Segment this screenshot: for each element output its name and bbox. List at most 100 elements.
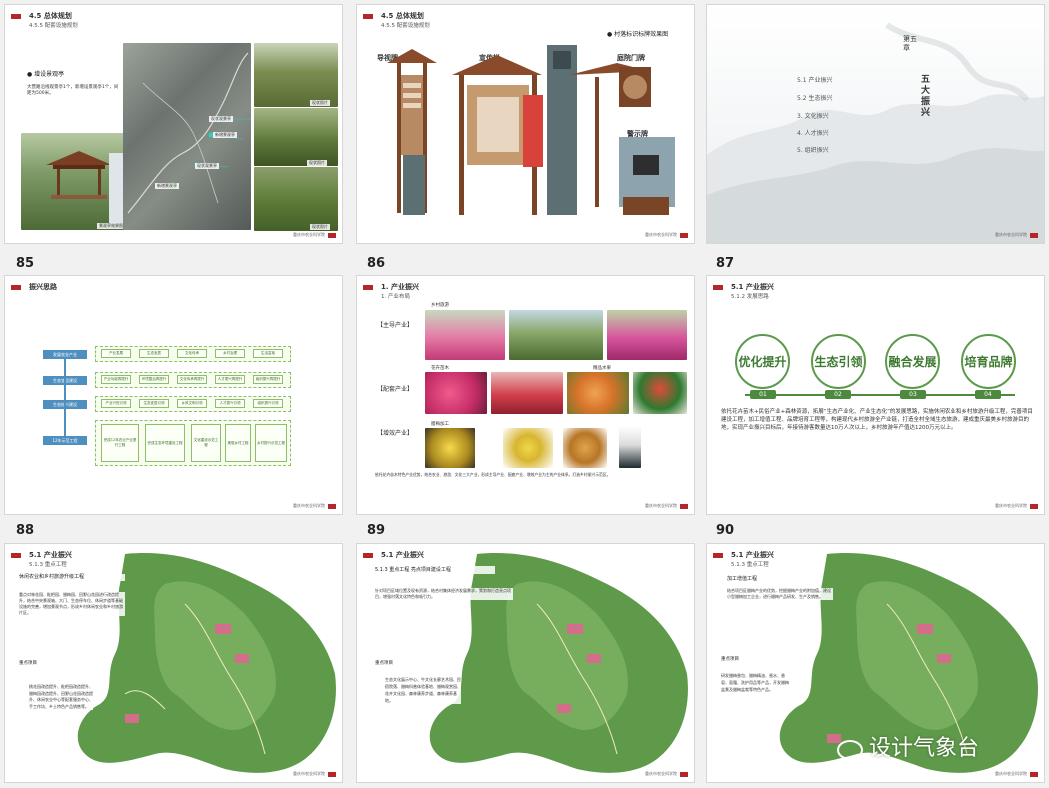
slide-title: 4.5 总体规划 (29, 12, 72, 20)
slide-92[interactable]: 5.1 产业振兴 5.1.3 重点工程 亮点项目建设工程 针对项目区域位置及现有… (356, 543, 695, 783)
slide-number-86: 86 (367, 256, 386, 271)
slide-86[interactable]: 4.5 总体规划 4.5.5 配套设施规划 ● 村落标识标牌效果图 导视牌 宣传… (356, 4, 695, 244)
slide-number-87: 87 (716, 256, 735, 271)
photo-label: 精品水果 (593, 366, 611, 371)
footer: 重庆市农业科学院 (995, 232, 1038, 238)
slide-title: 5.1 产业振兴 (731, 283, 774, 291)
category-support: 【配套产业】 (377, 386, 414, 393)
toc-item-3[interactable]: 3. 文化振兴 (797, 111, 829, 120)
footer-logo-icon (680, 771, 688, 777)
footer-text: 重庆市农业科学院 (293, 771, 325, 776)
category-value-add: 【增效产业】 (377, 430, 414, 437)
key-projects-label: 重点项目 (19, 660, 37, 666)
site-photo-2 (254, 108, 338, 166)
red-flower-photo (491, 372, 563, 414)
footer-text: 重庆市农业科学院 (293, 232, 325, 237)
bullet-text: 增设景观亭 (34, 71, 65, 78)
flow-connector (64, 359, 66, 436)
flow-stage-4: 12年示范工程 (43, 436, 87, 445)
azalea-photo (425, 372, 487, 414)
flow-item: 文化传承 (177, 349, 207, 358)
footer: 重庆市农业科学院 (293, 232, 336, 238)
flow-item: 生态宜居引领 (139, 399, 169, 408)
photo-label: 腊梅加工 (431, 422, 449, 427)
flow-item: 乡村振兴示范工程 (255, 424, 287, 462)
slide-88[interactable]: 振兴思路 发展农业产业 生态宜居建设 生态振兴建设 12年示范工程 产业发展 生… (4, 275, 343, 515)
site-photo-3 (254, 167, 338, 231)
goal-number-2: 02 (825, 390, 851, 399)
site-photo-2-caption: 现状照片 (307, 160, 327, 166)
flow-item: 美丽乡村工程 (225, 424, 251, 462)
footer: 重庆市农业科学院 (995, 503, 1038, 509)
key-projects-label: 重点项目 (721, 656, 739, 662)
footer-logo-icon (680, 232, 688, 238)
footer-text: 重庆市农业科学院 (645, 771, 677, 776)
footer: 重庆市农业科学院 (293, 771, 336, 777)
body-text: 依托花卉苗木特色产业优势，结合农业、旅游、文化三大产业，形成主导产业、配套产业、… (375, 472, 611, 477)
slide-89[interactable]: 1. 产业振兴 1. 产业布局 【主导产业】 【配套产业】 【增效产业】 乡村旅… (356, 275, 695, 515)
key-projects-text: 桃花园改造提升、枇杷园改造提升、腊梅园改造提升、田野山花园改造提升、休闲农业中心… (29, 684, 93, 710)
watermark-text: 设计气象台 (869, 736, 980, 761)
wechat-icon (837, 740, 863, 760)
dried-flower-photo (563, 428, 607, 468)
key-projects-text: 生态文化展示中心、牛文化长廊艺术园、民宿院落、腊梅科普体验基地、腊梅观赏园、花卉… (385, 676, 461, 704)
slide-90[interactable]: 5.1 产业振兴 5.1.2 发展思路 优化提升 生态引领 融合发展 培育品牌 … (706, 275, 1045, 515)
footer-logo-icon (328, 232, 336, 238)
slide-title: 1. 产业振兴 (381, 283, 419, 291)
key-projects-text: 研发腊梅香包、腊梅精油、香水、香皂、面霜、洗护用品等产品，开发腊梅盆景及腊梅盆栽… (721, 672, 791, 693)
slide-93[interactable]: 5.1 产业振兴 5.1.3 重点工程 加工增值工程 结合项目区腊梅产业的优势，… (706, 543, 1045, 783)
chapter-number: 第五章 (903, 35, 917, 52)
wintersweet-photo-1 (425, 428, 475, 468)
map-label-4: 新增景观亭 (155, 183, 179, 189)
chapter-title: 五大振兴 (921, 75, 931, 118)
footer-logo-icon (328, 503, 336, 509)
slide-85[interactable]: 4.5 总体规划 4.5.5 配套设施规划 ● 增设景观亭 大营路沿线观景亭1个… (4, 4, 343, 244)
flow-item: 完成生态环境建设工程 (145, 424, 185, 462)
flow-item: 生活富裕 (253, 349, 283, 358)
footer-text: 重庆市农业科学院 (293, 503, 325, 508)
fruit-photo (567, 372, 629, 414)
section-heading: 5.1.3 重点工程 亮点项目建设工程 (375, 566, 495, 574)
toc-item-1[interactable]: 5.1 产业振兴 (797, 75, 832, 84)
toc-item-5[interactable]: 5. 组织振兴 (797, 145, 829, 154)
wintersweet-photo-2 (503, 428, 553, 468)
toc-item-4[interactable]: 4. 人才振兴 (797, 128, 829, 137)
site-photo-3-caption: 现状照片 (310, 224, 330, 230)
bonsai-photo (633, 372, 687, 414)
site-photo-1 (254, 43, 338, 107)
body-text: 重点对林花园、枇杷园、腊梅园、田野山花园进行改造提升，结合中央景观轴、大门、生态… (19, 592, 125, 616)
footer-text: 重庆市农业科学院 (645, 503, 677, 508)
toc-item-2[interactable]: 5.2 生态振兴 (797, 93, 832, 102)
key-projects-label: 重点项目 (375, 660, 393, 666)
map-label-3: 现状观景亭 (195, 163, 219, 169)
flower-field-photo-2 (509, 310, 603, 360)
flow-stage-1: 发展农业产业 (43, 350, 87, 359)
slide-number-85: 85 (16, 256, 35, 271)
footer-logo-icon (1030, 503, 1038, 509)
header-bar (363, 285, 373, 290)
header-bar (713, 285, 723, 290)
footer-logo-icon (1030, 771, 1038, 777)
slide-title: 振兴思路 (29, 283, 57, 291)
goal-circle-1: 优化提升 (735, 334, 790, 389)
perfume-photo (619, 426, 641, 468)
footer: 重庆市农业科学院 (293, 503, 336, 509)
pavilion-caption: 景观亭效果图 (97, 223, 125, 229)
flow-item: 文化建设示范工程 (191, 424, 221, 462)
flow-item: 乡村治理 (215, 349, 245, 358)
island-map (429, 553, 688, 773)
slide-subtitle: 1. 产业布局 (381, 294, 410, 300)
slide-91[interactable]: 5.1 产业振兴 5.1.3 重点工程 休闲农业和乡村旅游升级工程 重点对林花园… (4, 543, 343, 783)
goal-circle-4: 培育品牌 (961, 334, 1016, 389)
section-heading: 休闲农业和乡村旅游升级工程 (19, 574, 125, 581)
footer-text: 重庆市农业科学院 (645, 232, 677, 237)
body-text: 依托花卉苗木+民俗产业+森林资源，拓展“生态产业化、产业生态化”的发展思路，实施… (721, 409, 1033, 431)
flower-field-photo-1 (425, 310, 505, 360)
body-text: 大营路沿线观景亭1个，新增设景观亭1个，间距为500米。 (27, 85, 119, 96)
footer-text: 重庆市农业科学院 (995, 503, 1027, 508)
pavilion-photo (21, 133, 137, 230)
goal-number-4: 04 (975, 390, 1001, 399)
flow-item: 环境整治再提升 (139, 375, 169, 384)
slide-87[interactable]: 第五章 五大振兴 5.1 产业振兴 5.2 生态振兴 3. 文化振兴 4. 人才… (706, 4, 1045, 244)
goal-number-3: 03 (900, 390, 926, 399)
